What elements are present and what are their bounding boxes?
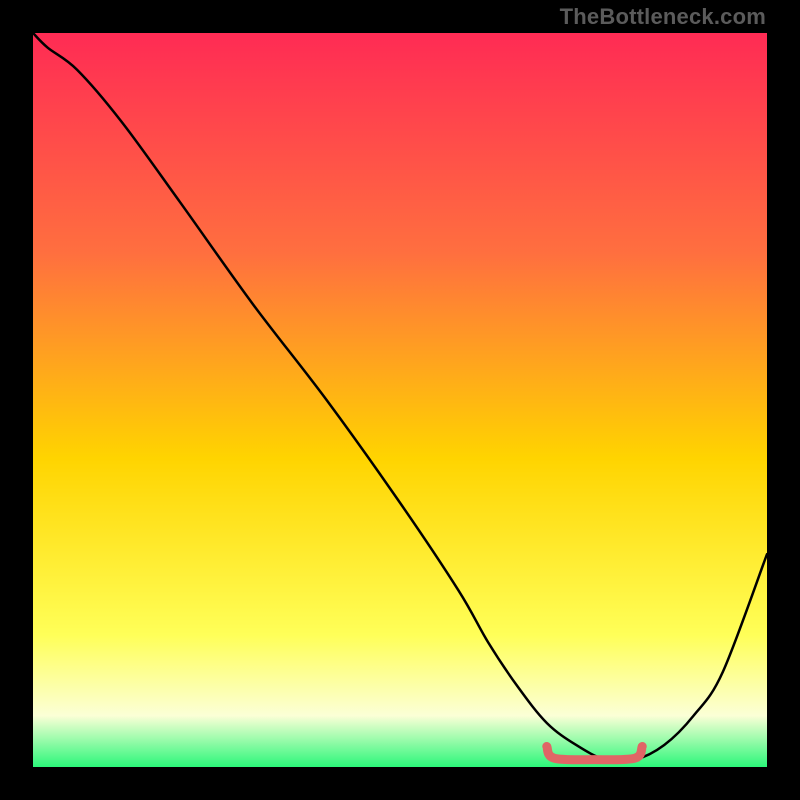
outer-frame: TheBottleneck.com — [0, 0, 800, 800]
gradient-background — [33, 33, 767, 767]
watermark-text: TheBottleneck.com — [560, 4, 766, 30]
plot-area — [33, 33, 767, 767]
chart-svg — [33, 33, 767, 767]
